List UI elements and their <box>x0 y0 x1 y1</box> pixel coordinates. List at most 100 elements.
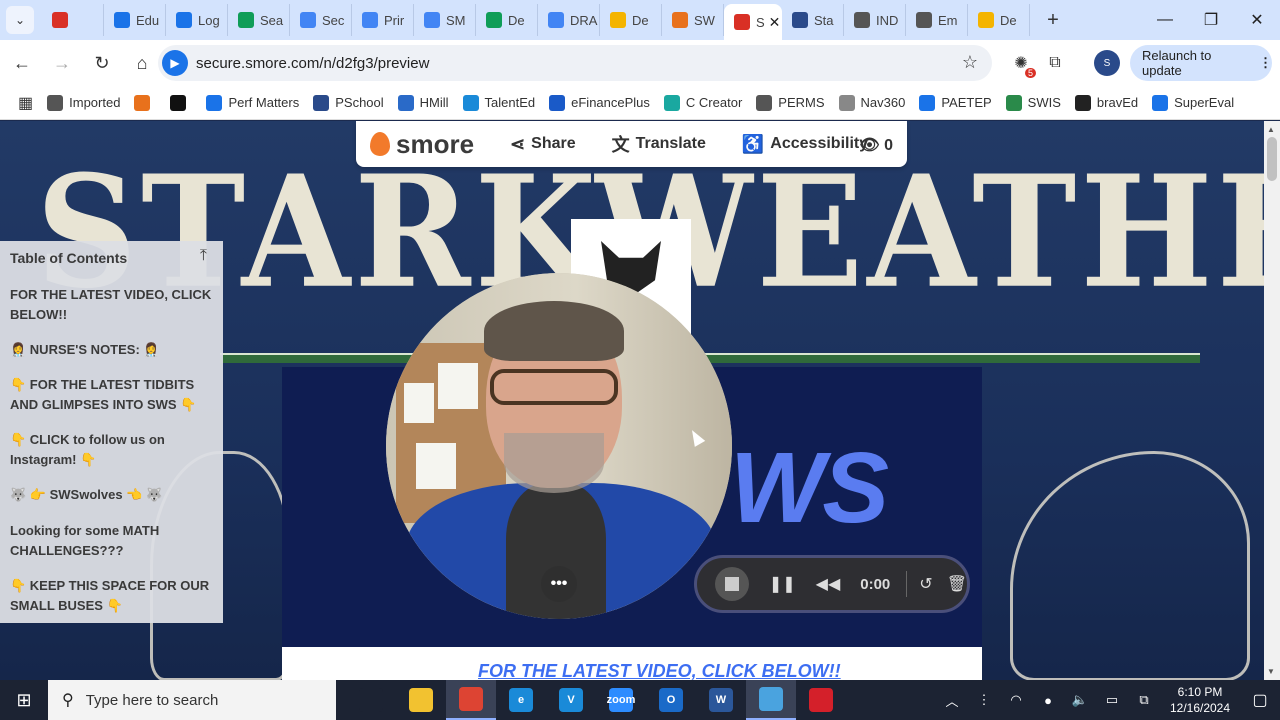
close-tab-icon[interactable]: ✕ <box>769 14 781 31</box>
bookmark-item[interactable]: bravEd <box>1074 94 1138 111</box>
scroll-down-icon[interactable]: ▼ <box>1267 667 1275 676</box>
reload-button[interactable]: ↻ <box>84 45 120 81</box>
home-button[interactable]: ⌂ <box>124 45 160 81</box>
doc-icon <box>548 12 564 28</box>
tray-overflow-icon[interactable]: ︿ <box>936 691 968 710</box>
relaunch-button[interactable]: Relaunch to update ⋮ <box>1130 45 1272 81</box>
browser-tab[interactable]: DRA <box>538 4 600 36</box>
bookmark-item[interactable]: Nav360 <box>838 94 905 111</box>
toc-item[interactable]: FOR THE LATEST VIDEO, CLICK BELOW!! <box>10 285 214 325</box>
close-window-button[interactable]: ✕ <box>1234 0 1280 40</box>
bookmark-item[interactable]: HMill <box>397 94 449 111</box>
browser-tab[interactable]: De <box>600 4 662 36</box>
toc-item[interactable]: 👇 CLICK to follow us on Instagram! 👇 <box>10 430 214 470</box>
bookmark-item[interactable]: SWIS <box>1005 94 1061 111</box>
more-menu-icon[interactable]: ⋮ <box>1259 55 1272 71</box>
forward-button[interactable]: → <box>44 45 80 81</box>
taskbar-app[interactable] <box>796 680 846 720</box>
bookmark-item[interactable]: PSchool <box>313 94 384 111</box>
restart-button[interactable]: ↺ <box>919 574 932 594</box>
battery-icon[interactable]: ▭ <box>1096 692 1128 708</box>
microphone-icon[interactable]: ● <box>1032 693 1064 708</box>
profile-avatar[interactable]: S <box>1094 50 1120 76</box>
taskbar-app[interactable] <box>346 680 396 720</box>
browser-tab[interactable] <box>42 4 104 36</box>
browser-tab[interactable]: Sec <box>290 4 352 36</box>
scrollbar-thumb[interactable] <box>1267 137 1277 181</box>
browser-tab[interactable]: De <box>968 4 1030 36</box>
browser-tab[interactable]: SM <box>414 4 476 36</box>
browser-tab[interactable]: Sea <box>228 4 290 36</box>
site-info-icon[interactable]: ▶ <box>162 50 188 76</box>
notifications-icon[interactable]: ▢ <box>1240 690 1280 710</box>
back-button[interactable]: ← <box>4 45 40 81</box>
address-bar[interactable]: ▶ secure.smore.com/n/d2fg3/preview ☆ <box>158 45 992 81</box>
scroll-top-icon[interactable]: ⤒ <box>200 247 207 265</box>
browser-tab[interactable]: De <box>476 4 538 36</box>
taskbar-search[interactable]: ⚲ Type here to search <box>48 680 336 720</box>
bookmark-item[interactable]: SuperEval <box>1152 94 1234 111</box>
browser-tab[interactable]: IND <box>844 4 906 36</box>
stop-recording-button[interactable] <box>715 567 749 601</box>
bookmark-item[interactable] <box>170 94 192 111</box>
share-button[interactable]: ⋖ Share <box>510 134 576 155</box>
minimize-button[interactable]: — <box>1142 0 1188 40</box>
pause-button[interactable]: ❚❚ <box>769 574 796 594</box>
taskbar-app[interactable]: zoom <box>596 680 646 720</box>
rewind-button[interactable]: ◀◀ <box>816 574 841 594</box>
apps-grid-icon[interactable]: ▦ <box>18 93 33 113</box>
browser-tab[interactable]: Edu <box>104 4 166 36</box>
toc-item[interactable]: 👩‍⚕️ NURSE'S NOTES: 👩‍⚕️ <box>10 340 214 360</box>
bookmark-item[interactable] <box>134 94 156 111</box>
browser-tab[interactable]: S ✕ <box>724 4 782 40</box>
translate-button[interactable]: 文 Translate <box>612 131 706 157</box>
bookmark-item[interactable]: Imported <box>47 94 120 111</box>
accessibility-button[interactable]: ♿ Accessibility <box>742 134 868 155</box>
browser-tab[interactable]: SW <box>662 4 724 36</box>
browser-tab[interactable]: Prir <box>352 4 414 36</box>
bookmark-item[interactable]: C Creator <box>663 94 743 111</box>
tray-app-icon[interactable]: ⋮ <box>968 692 1000 708</box>
section-heading-link[interactable]: FOR THE LATEST VIDEO, CLICK BELOW!! <box>478 661 841 680</box>
taskbar-clock[interactable]: 6:10 PM 12/16/2024 <box>1160 684 1240 716</box>
browser-tab[interactable]: Log <box>166 4 228 36</box>
toc-item[interactable]: 🐺 👉 SWSwolves 👈 🐺 <box>10 485 214 505</box>
edge-icon: e <box>509 688 533 712</box>
extensions-puzzle-icon[interactable]: ⧉ <box>1042 50 1068 76</box>
bookmark-item[interactable]: TalentEd <box>462 94 535 111</box>
browser-tab[interactable]: Sta <box>782 4 844 36</box>
toc-item[interactable]: Looking for some MATH CHALLENGES??? <box>10 521 214 561</box>
bookmark-item[interactable]: PAETEP <box>919 94 992 111</box>
taskbar-app[interactable] <box>446 680 496 720</box>
taskbar-app[interactable]: e <box>496 680 546 720</box>
toc-item[interactable]: 👇 KEEP THIS SPACE FOR OUR SMALL BUSES 👇 <box>10 576 214 616</box>
bookmark-item[interactable]: PERMS <box>756 94 825 111</box>
volume-icon[interactable]: 🔈 <box>1064 692 1096 708</box>
maximize-button[interactable]: ❐ <box>1188 0 1234 40</box>
toc-item[interactable]: 👇 FOR THE LATEST TIDBITS AND GLIMPSES IN… <box>10 375 214 415</box>
scroll-up-icon[interactable]: ▲ <box>1267 125 1275 134</box>
new-tab-button[interactable]: + <box>1038 5 1068 35</box>
bookmark-label: C Creator <box>685 95 743 110</box>
smore-logo[interactable]: smore <box>370 129 474 160</box>
bookmark-item[interactable]: Perf Matters <box>206 94 299 111</box>
taskbar-app[interactable] <box>396 680 446 720</box>
display-icon[interactable]: ⧉ <box>1128 692 1160 708</box>
taskbar-app[interactable] <box>746 680 796 720</box>
bookmark-label: HMill <box>419 95 449 110</box>
tab-search-button[interactable]: ⌄ <box>6 6 34 34</box>
browser-tab[interactable]: Em <box>906 4 968 36</box>
delete-recording-button[interactable]: 🗑 <box>947 574 967 594</box>
divider <box>906 571 908 597</box>
webcam-more-button[interactable]: ••• <box>541 566 577 602</box>
extension-icon[interactable]: ✺ 5 <box>1008 50 1036 78</box>
page-scrollbar[interactable]: ▲ ▼ <box>1264 121 1280 680</box>
bookmark-item[interactable]: eFinancePlus <box>549 94 650 111</box>
globe-icon <box>854 12 870 28</box>
wifi-icon[interactable]: ◠ <box>1000 692 1032 708</box>
start-button[interactable]: ⊞ <box>0 680 48 720</box>
taskbar-app[interactable]: V <box>546 680 596 720</box>
bookmark-star-icon[interactable]: ☆ <box>962 52 978 73</box>
taskbar-app[interactable]: O <box>646 680 696 720</box>
taskbar-app[interactable]: W <box>696 680 746 720</box>
